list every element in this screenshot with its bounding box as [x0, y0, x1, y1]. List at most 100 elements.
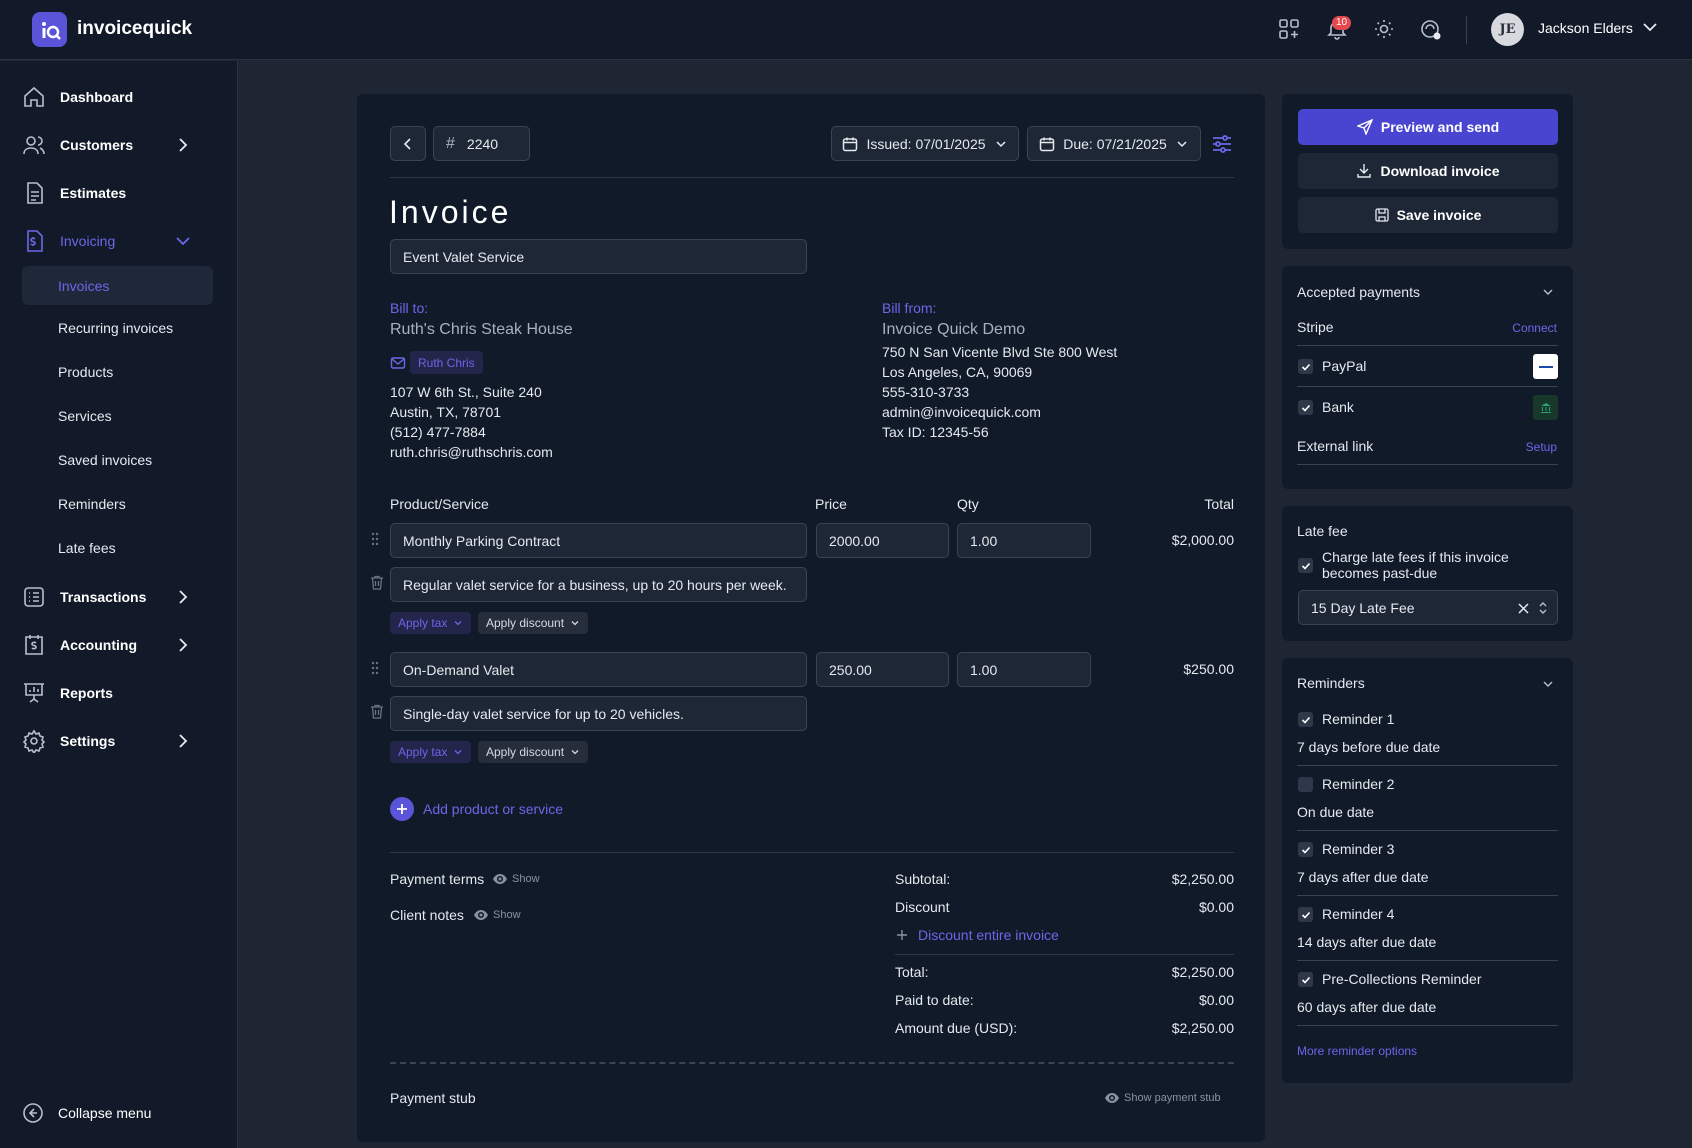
- reminders-title: Reminders: [1297, 675, 1365, 691]
- sidebar-item-late-fees[interactable]: Late fees: [58, 540, 116, 556]
- invoice-number: 2240: [466, 135, 499, 152]
- bank-checkbox[interactable]: [1298, 400, 1313, 415]
- sidebar-item-products[interactable]: Products: [58, 364, 113, 380]
- chevron-right-icon: [179, 590, 188, 604]
- sidebar-item-accounting[interactable]: Accounting: [22, 630, 212, 660]
- add-product-button[interactable]: Add product or service: [390, 797, 563, 821]
- sidebar-item-estimates[interactable]: Estimates: [22, 178, 212, 208]
- chevron-left-icon: [403, 137, 411, 150]
- late-fee-title: Late fee: [1297, 523, 1348, 539]
- chevron-right-icon: [179, 638, 188, 652]
- user-name[interactable]: Jackson Elders: [1538, 20, 1633, 36]
- apply-tax-label: Apply tax: [398, 616, 448, 630]
- sidebar-label: Estimates: [60, 185, 127, 201]
- item-qty-input[interactable]: 1.00: [957, 523, 1091, 558]
- late-fee-charge-text: Charge late fees if this invoice: [1322, 549, 1509, 565]
- trash-icon[interactable]: [370, 575, 384, 590]
- chevron-down-icon: [454, 750, 462, 755]
- bill-to-address-2: Austin, TX, 78701: [390, 404, 502, 420]
- check-icon: [1301, 716, 1310, 724]
- item-price-input[interactable]: 250.00: [816, 652, 949, 687]
- reminder-checkbox[interactable]: [1298, 972, 1313, 987]
- bill-to-phone: (512) 477-7884: [390, 424, 486, 440]
- item-name-input[interactable]: Monthly Parking Contract: [390, 523, 807, 558]
- sidebar-label: Accounting: [60, 637, 137, 653]
- sidebar-item-transactions[interactable]: Transactions: [22, 582, 212, 612]
- app-logo[interactable]: [32, 12, 67, 47]
- status-icon[interactable]: [1418, 17, 1442, 41]
- eye-icon: [493, 874, 507, 884]
- preview-and-send-button[interactable]: Preview and send: [1298, 109, 1558, 145]
- reminder-checkbox[interactable]: [1298, 907, 1313, 922]
- download-invoice-button[interactable]: Download invoice: [1298, 153, 1558, 189]
- chevron-down-icon[interactable]: [1541, 677, 1555, 691]
- sidebar-item-dashboard[interactable]: Dashboard: [22, 82, 212, 112]
- item-qty-input[interactable]: 1.00: [957, 652, 1091, 687]
- late-fee-charge-text-2: becomes past-due: [1322, 565, 1438, 581]
- payments-divider: [1297, 345, 1558, 346]
- client-notes-show-toggle[interactable]: Show: [474, 909, 521, 921]
- issued-date-picker[interactable]: Issued: 07/01/2025: [831, 126, 1019, 161]
- bill-from-address-1: 750 N San Vicente Blvd Ste 800 West: [882, 344, 1118, 360]
- paid-label: Paid to date:: [895, 992, 974, 1008]
- send-icon: [1356, 119, 1373, 135]
- avatar[interactable]: JE: [1491, 13, 1524, 46]
- list-icon: [24, 587, 44, 607]
- apply-discount-button[interactable]: Apply discount: [478, 612, 589, 634]
- sidebar-item-services[interactable]: Services: [58, 408, 112, 424]
- sun-icon[interactable]: [1372, 17, 1396, 41]
- item-name-input[interactable]: On-Demand Valet: [390, 652, 807, 687]
- sidebar-item-saved-invoices[interactable]: Saved invoices: [58, 452, 152, 468]
- item-price-input[interactable]: 2000.00: [816, 523, 949, 558]
- reminder-checkbox[interactable]: [1298, 842, 1313, 857]
- topbar-divider: [1466, 16, 1467, 44]
- bill-from-name: Invoice Quick Demo: [882, 321, 1026, 338]
- total-label: Total:: [895, 964, 929, 980]
- show-payment-stub-toggle[interactable]: Show payment stub: [1105, 1092, 1221, 1104]
- contact-chip[interactable]: Ruth Chris: [410, 351, 483, 374]
- drag-handle-icon[interactable]: [371, 532, 379, 546]
- sidebar-item-customers[interactable]: Customers: [22, 130, 212, 160]
- drag-handle-icon[interactable]: [371, 661, 379, 675]
- apply-discount-button[interactable]: Apply discount: [478, 741, 589, 763]
- sidebar-item-settings[interactable]: Settings: [22, 726, 212, 756]
- back-button[interactable]: [390, 126, 426, 161]
- item-description-input[interactable]: Single-day valet service for up to 20 ve…: [390, 696, 807, 731]
- stripe-connect-link[interactable]: Connect: [1457, 321, 1557, 335]
- reminder-checkbox[interactable]: [1298, 777, 1313, 792]
- bill-to-name[interactable]: Ruth's Chris Steak House: [390, 321, 573, 339]
- due-date-picker[interactable]: Due: 07/21/2025: [1027, 126, 1201, 161]
- late-fee-select[interactable]: 15 Day Late Fee: [1298, 590, 1558, 625]
- chevron-down-icon[interactable]: [1541, 285, 1555, 299]
- sidebar-item-invoicing[interactable]: Invoicing: [22, 226, 212, 256]
- save-invoice-button[interactable]: Save invoice: [1298, 197, 1558, 233]
- sidebar-item-reminders[interactable]: Reminders: [58, 496, 126, 512]
- clear-icon[interactable]: [1518, 603, 1529, 614]
- collapse-menu-button[interactable]: Collapse menu: [22, 1098, 212, 1128]
- reminder-checkbox[interactable]: [1298, 712, 1313, 727]
- chevron-down-icon[interactable]: [1640, 17, 1664, 41]
- save-label: Save invoice: [1396, 207, 1482, 223]
- more-reminder-options-link[interactable]: More reminder options: [1297, 1044, 1417, 1058]
- add-widget-icon[interactable]: [1277, 17, 1301, 41]
- apply-tax-button[interactable]: Apply tax: [390, 612, 472, 634]
- paypal-checkbox[interactable]: [1298, 359, 1313, 374]
- sidebar-item-invoices[interactable]: Invoices: [22, 266, 213, 305]
- sliders-icon[interactable]: [1211, 133, 1233, 155]
- sidebar-item-reports[interactable]: Reports: [22, 678, 212, 708]
- invoice-number-field[interactable]: # 2240: [433, 126, 530, 161]
- item-description-input[interactable]: Regular valet service for a business, up…: [390, 567, 807, 602]
- apply-tax-button[interactable]: Apply tax: [390, 741, 472, 763]
- invoice-subject-input[interactable]: Event Valet Service: [390, 239, 807, 274]
- reminder-divider: [1297, 830, 1558, 831]
- external-link-setup[interactable]: Setup: [1457, 440, 1557, 454]
- brand-name: invoicequick: [77, 18, 193, 39]
- trash-icon[interactable]: [370, 704, 384, 719]
- client-notes-label: Client notes: [390, 907, 464, 923]
- payment-terms-show-toggle[interactable]: Show: [493, 873, 540, 885]
- discount-invoice-button[interactable]: Discount entire invoice: [896, 927, 1059, 943]
- late-fee-checkbox[interactable]: [1298, 558, 1313, 573]
- eye-icon: [1105, 1093, 1119, 1103]
- sidebar-item-recurring-invoices[interactable]: Recurring invoices: [58, 320, 173, 336]
- plus-circle-icon: [390, 797, 414, 821]
